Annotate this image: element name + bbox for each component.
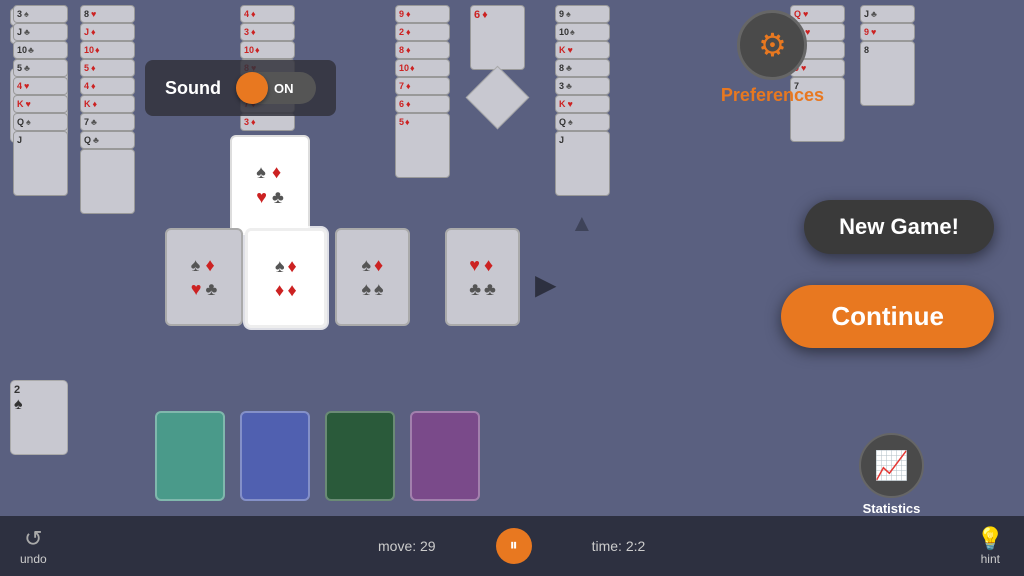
- game-board: 3 2 ♠ 3 ♠ J ♣ 10 ♣ 5 ♣ 4 ♥ K ♥ Q ♠ J 8 ♥…: [0, 0, 1024, 576]
- statistics-panel: 📈 Statistics: [859, 433, 924, 516]
- toggle-on-label: ON: [274, 81, 294, 96]
- card-column-5: 6 ♦: [470, 5, 525, 70]
- center-card-selected[interactable]: ♠ ♦ ♦ ♦: [245, 228, 327, 328]
- hint-label: hint: [981, 552, 1000, 566]
- gear-icon: ⚙: [758, 26, 787, 64]
- preferences-panel: ⚙ Preferences: [721, 10, 824, 106]
- preferences-label: Preferences: [721, 85, 824, 106]
- draw-card-green[interactable]: [325, 411, 395, 501]
- pause-icon: ⏸: [510, 537, 518, 555]
- center-card-1[interactable]: ♠ ♦ ♥ ♣: [165, 228, 243, 326]
- draw-card-teal[interactable]: [155, 411, 225, 501]
- new-game-button[interactable]: New Game!: [804, 200, 994, 254]
- draw-card-purple[interactable]: [410, 411, 480, 501]
- sound-panel: Sound ON: [145, 60, 336, 116]
- statistics-label: Statistics: [863, 501, 921, 516]
- undo-label: undo: [20, 552, 47, 566]
- sound-toggle[interactable]: ON: [236, 72, 316, 104]
- pause-button[interactable]: ⏸: [496, 528, 532, 564]
- undo-section[interactable]: ↺ undo: [20, 526, 47, 566]
- continue-button[interactable]: Continue: [781, 285, 994, 348]
- toolbar-center: move: 29 ⏸ time: 2:2: [378, 528, 645, 564]
- gear-button[interactable]: ⚙: [737, 10, 807, 80]
- left-bottom-card: 2♠: [10, 380, 68, 455]
- draw-pile: [155, 411, 480, 501]
- draw-card-blue[interactable]: [240, 411, 310, 501]
- move-count: 29: [420, 538, 436, 554]
- hint-icon: 💡: [977, 526, 1004, 552]
- sound-label: Sound: [165, 78, 221, 99]
- bottom-toolbar: ↺ undo move: 29 ⏸ time: 2:2 💡 hint: [0, 516, 1024, 576]
- statistics-button[interactable]: 📈: [859, 433, 924, 498]
- stats-icon: 📈: [874, 449, 909, 482]
- time-display: time: 2:2: [592, 538, 646, 554]
- move-label: move:: [378, 538, 416, 554]
- next-arrow[interactable]: ▶: [535, 268, 557, 301]
- undo-icon: ↺: [24, 526, 42, 552]
- toggle-thumb: [236, 72, 268, 104]
- move-display: move: 29: [378, 538, 436, 554]
- center-card-3[interactable]: ♥ ♦ ♣ ♣: [445, 228, 520, 326]
- hint-section[interactable]: 💡 hint: [977, 526, 1004, 566]
- center-card-2[interactable]: ♠ ♦ ♠ ♠: [335, 228, 410, 326]
